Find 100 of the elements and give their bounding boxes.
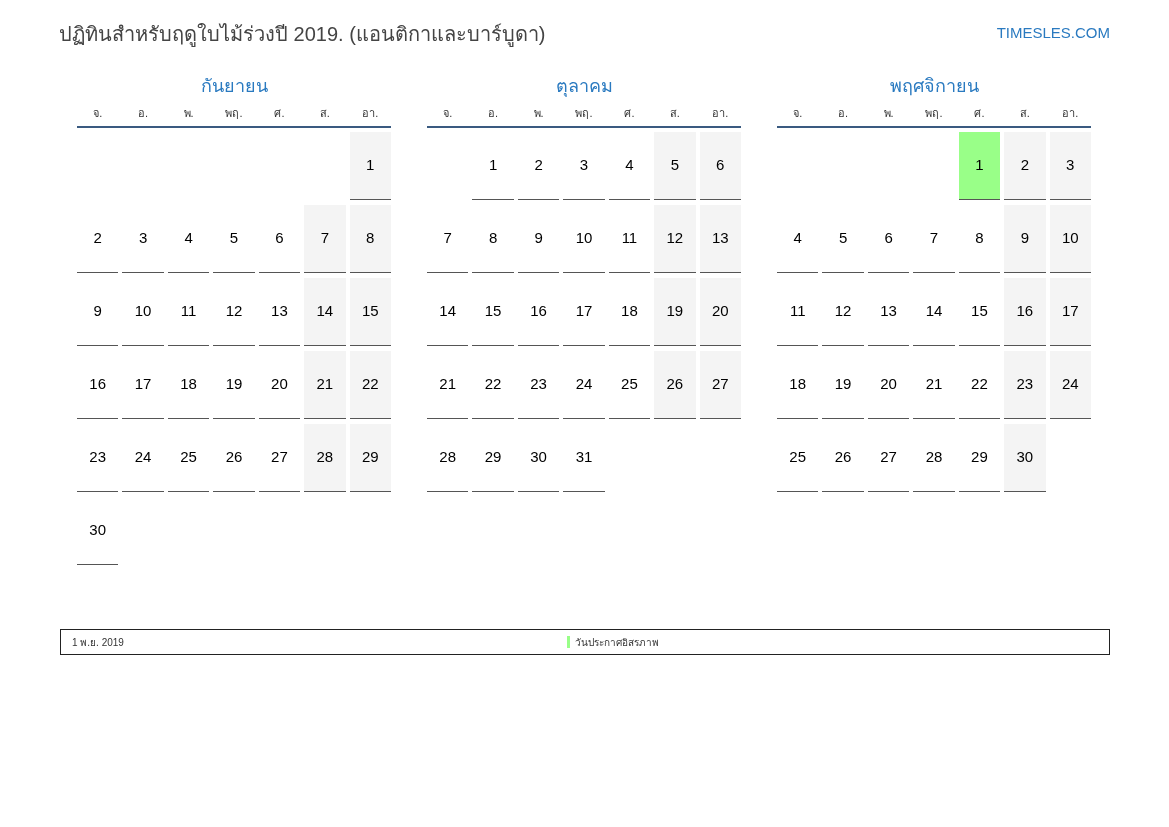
- day-cell: 10: [122, 277, 164, 346]
- day-cell: 5: [213, 204, 255, 273]
- day-cell: 2: [1004, 131, 1046, 200]
- day-cell: 13: [867, 277, 910, 346]
- day-cell: 1: [958, 131, 1001, 200]
- day-cell: 18: [608, 277, 651, 346]
- day-cell: 25: [167, 423, 210, 492]
- day-cell: 1: [472, 131, 514, 200]
- day-cell: 9: [517, 204, 560, 273]
- day-cell: 27: [699, 350, 741, 419]
- day-cell: 21: [304, 350, 346, 419]
- site-link[interactable]: TIMESLES.COM: [996, 22, 1110, 45]
- day-cell: 8: [472, 204, 514, 273]
- weekday-label: พ.: [532, 106, 545, 121]
- day-cell: 8: [958, 204, 1001, 273]
- day-cell: 2: [517, 131, 560, 200]
- weekday-label: พฤ.: [224, 106, 244, 121]
- weekday-label: ศ.: [973, 106, 986, 121]
- day-cell: 25: [608, 350, 651, 419]
- weekday-label: ศ.: [273, 106, 286, 121]
- month-title: กันยายน: [199, 75, 269, 98]
- day-cell: 29: [349, 423, 391, 492]
- day-cell: 6: [867, 204, 910, 273]
- day-cell: 23: [77, 423, 119, 492]
- weekday-label: พ.: [882, 106, 895, 121]
- day-cell: 30: [77, 496, 119, 565]
- day-cell: 25: [777, 423, 819, 492]
- day-cell: 19: [654, 277, 696, 346]
- day-cell: 14: [304, 277, 346, 346]
- day-cell: 8: [349, 204, 391, 273]
- day-cell: 10: [1049, 204, 1091, 273]
- day-cell: 26: [213, 423, 255, 492]
- day-cell: 4: [608, 131, 651, 200]
- day-cell: 7: [427, 204, 469, 273]
- day-cell: 23: [517, 350, 560, 419]
- day-cell: 9: [1004, 204, 1046, 273]
- weekday-label: อ.: [487, 106, 500, 121]
- weekday-label: พฤ.: [574, 106, 594, 121]
- day-cell: 20: [258, 350, 301, 419]
- weekday-label: ส.: [318, 106, 331, 121]
- day-cell: 22: [958, 350, 1001, 419]
- weekday-label: จ.: [92, 106, 104, 121]
- month-title: พฤศจิกายน: [888, 75, 980, 98]
- day-cell: 17: [122, 350, 164, 419]
- day-cell: 9: [77, 277, 119, 346]
- day-cell: 28: [427, 423, 469, 492]
- day-cell: 26: [822, 423, 864, 492]
- holiday-name: วันประกาศอิสรภาพ: [575, 635, 659, 650]
- day-cell: 27: [867, 423, 910, 492]
- day-cell: 30: [517, 423, 560, 492]
- weekday-label: พ.: [182, 106, 195, 121]
- day-cell: 18: [777, 350, 819, 419]
- day-cell: 29: [472, 423, 514, 492]
- day-cell: 12: [822, 277, 864, 346]
- day-cell: 3: [122, 204, 164, 273]
- day-cell: 10: [563, 204, 605, 273]
- day-cell: 7: [304, 204, 346, 273]
- day-cell: 11: [777, 277, 819, 346]
- weekday-label: อ.: [137, 106, 150, 121]
- day-cell: 1: [349, 131, 391, 200]
- day-cell: 18: [167, 350, 210, 419]
- day-cell: 19: [822, 350, 864, 419]
- day-cell: 15: [349, 277, 391, 346]
- weekday-label: พฤ.: [924, 106, 944, 121]
- weekday-label: อ.: [837, 106, 850, 121]
- day-cell: 21: [427, 350, 469, 419]
- day-cell: 4: [167, 204, 210, 273]
- weekday-label: ส.: [668, 106, 681, 121]
- day-cell: 12: [213, 277, 255, 346]
- day-cell: 3: [1049, 131, 1091, 200]
- day-cell: 16: [1004, 277, 1046, 346]
- weekday-label: จ.: [442, 106, 454, 121]
- day-cell: 16: [77, 350, 119, 419]
- day-cell: 28: [913, 423, 955, 492]
- day-cell: 5: [822, 204, 864, 273]
- day-cell: 24: [563, 350, 605, 419]
- day-cell: 7: [913, 204, 955, 273]
- weekday-label: อา.: [1061, 106, 1080, 121]
- day-cell: 20: [699, 277, 741, 346]
- day-cell: 22: [349, 350, 391, 419]
- day-cell: 11: [167, 277, 210, 346]
- weekday-label: อา.: [711, 106, 730, 121]
- day-cell: 19: [213, 350, 255, 419]
- day-cell: 27: [258, 423, 301, 492]
- day-cell: 30: [1004, 423, 1046, 492]
- day-cell: 20: [867, 350, 910, 419]
- holiday-date: 1 พ.ย. 2019: [72, 635, 125, 650]
- day-cell: 13: [258, 277, 301, 346]
- day-cell: 16: [517, 277, 560, 346]
- day-cell: 17: [1049, 277, 1091, 346]
- day-cell: 24: [122, 423, 164, 492]
- day-cell: 17: [563, 277, 605, 346]
- day-cell: 2: [77, 204, 119, 273]
- day-cell: 6: [699, 131, 741, 200]
- day-cell: 29: [958, 423, 1001, 492]
- day-cell: 26: [654, 350, 696, 419]
- day-cell: 15: [958, 277, 1001, 346]
- weekday-label: จ.: [792, 106, 804, 121]
- day-cell: 6: [258, 204, 301, 273]
- day-cell: 28: [304, 423, 346, 492]
